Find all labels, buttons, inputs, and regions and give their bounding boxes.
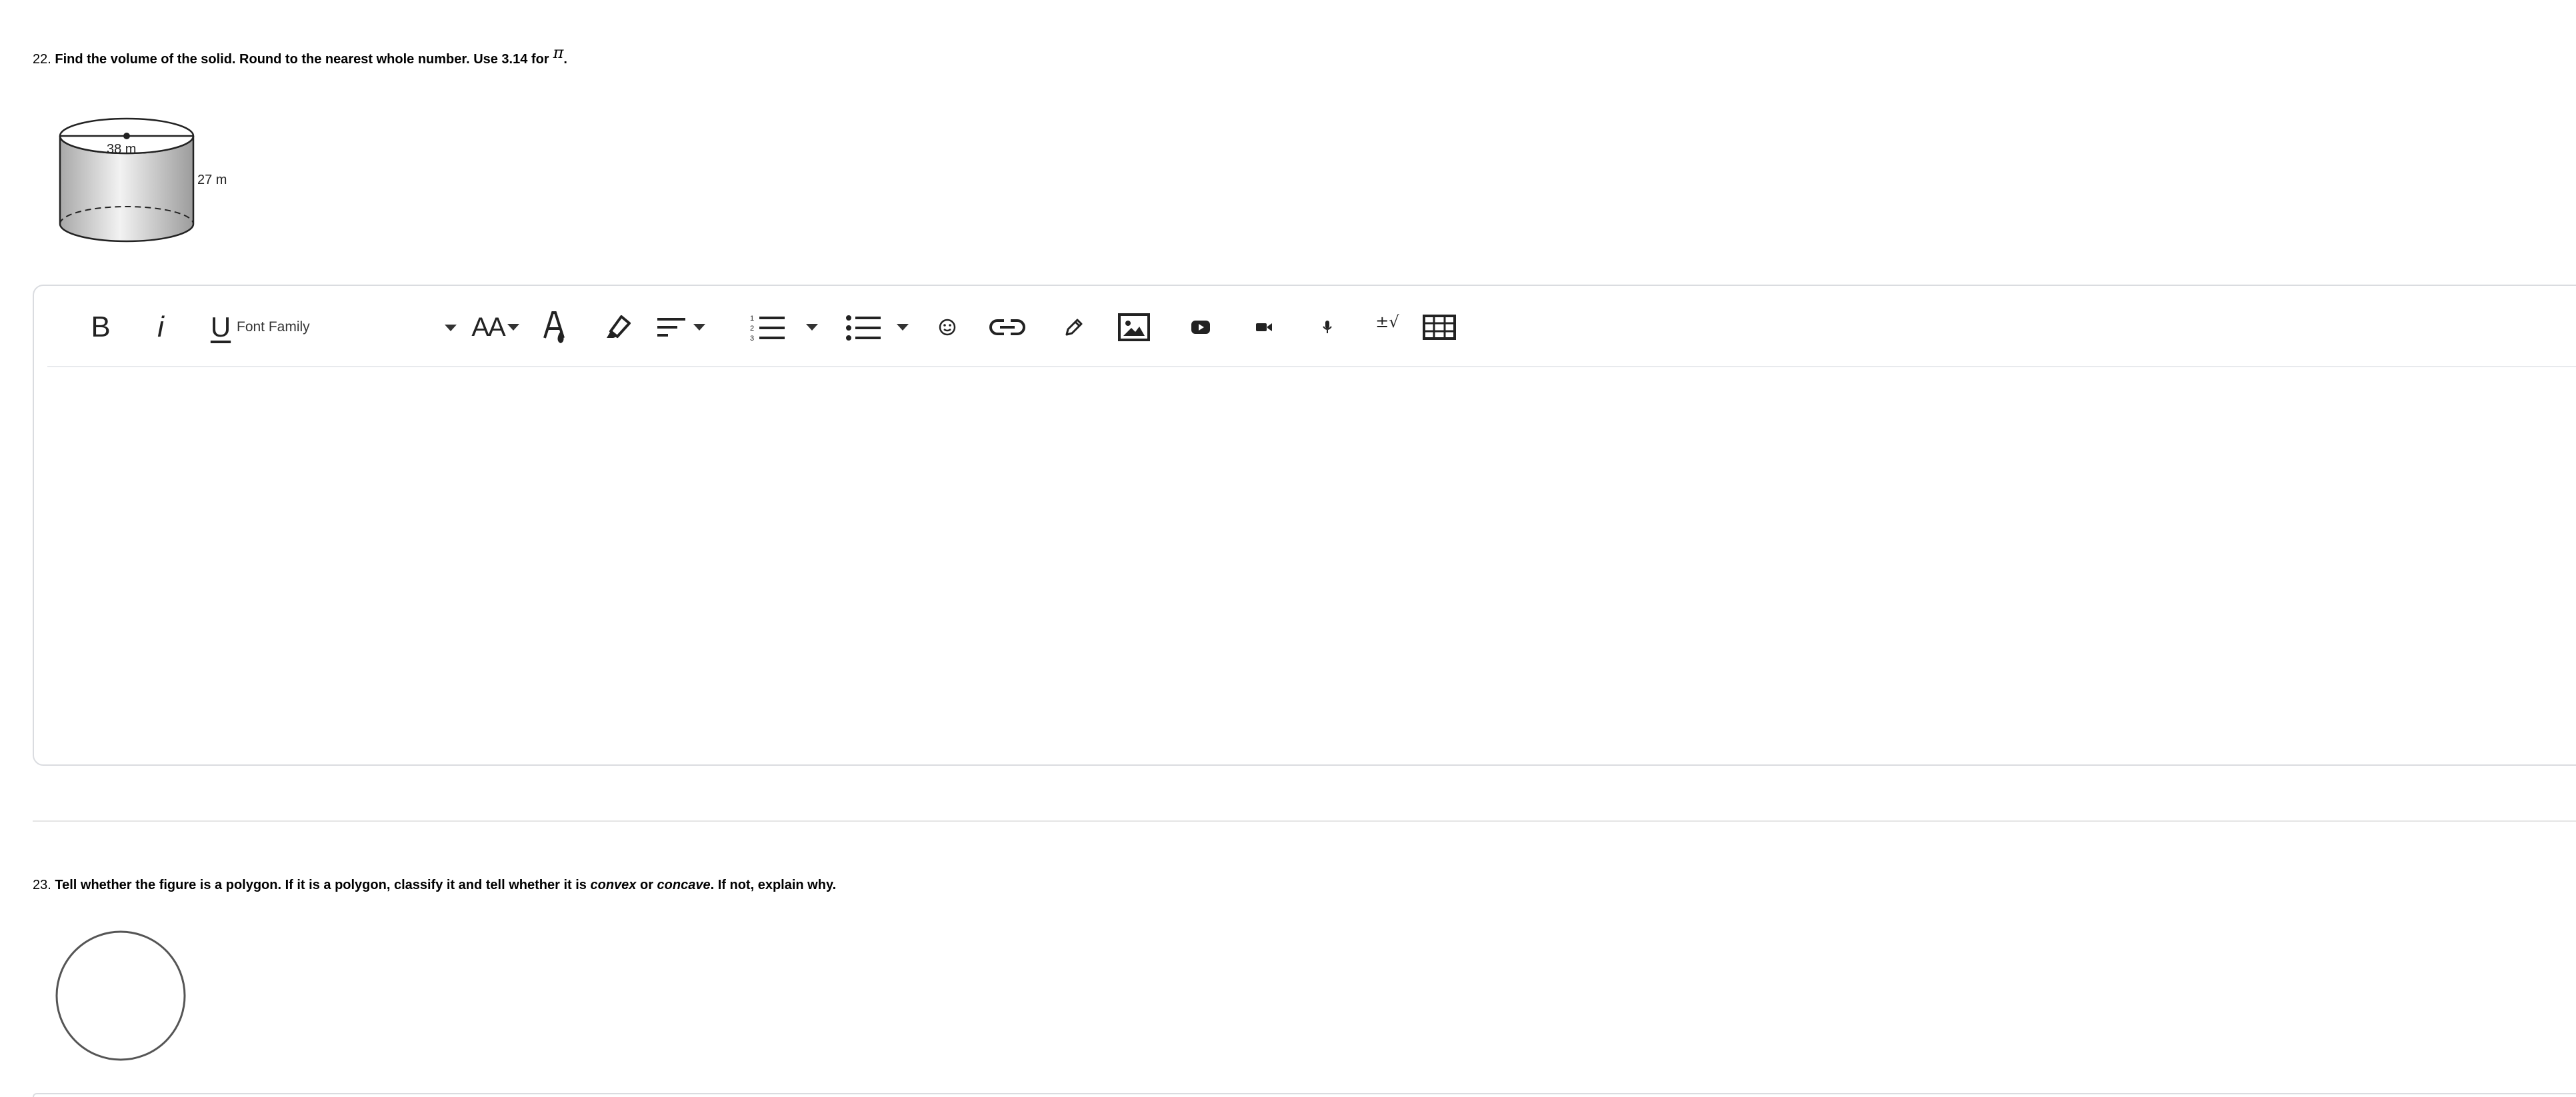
cylinder-figure: 38 m 27 m <box>53 107 253 253</box>
underline-button[interactable]: U <box>206 307 235 347</box>
link-icon <box>989 317 1025 337</box>
bulleted-list-button[interactable] <box>841 307 914 347</box>
math-button[interactable]: ±√ <box>1371 307 1404 347</box>
math-icon: ±√ <box>1375 313 1399 331</box>
question-23-prompt: 23. Tell whether the figure is a polygon… <box>33 877 836 893</box>
chevron-down-icon <box>897 324 909 331</box>
answer-editor: B i U Font Family AA 1 2 3 ±√ <box>33 285 2576 766</box>
svg-text:1: 1 <box>750 315 754 323</box>
question-text: Find the volume of the solid. Round to t… <box>55 52 549 67</box>
question-number: 22. <box>33 52 51 67</box>
chevron-down-icon <box>806 324 818 331</box>
video-button[interactable] <box>1251 307 1277 347</box>
bold-icon: B <box>91 311 111 343</box>
svg-text:3: 3 <box>750 335 754 342</box>
font-size-button[interactable]: AA <box>469 307 522 347</box>
chevron-down-icon <box>445 325 457 331</box>
emoji-icon <box>938 318 957 337</box>
link-button[interactable] <box>987 307 1027 347</box>
underline-icon: U <box>210 311 231 343</box>
question-end-punct: . <box>563 52 567 67</box>
microphone-icon <box>1321 319 1333 335</box>
italic-button[interactable]: i <box>147 307 174 347</box>
chevron-down-icon <box>693 324 705 331</box>
text-color-icon <box>539 309 569 346</box>
height-label: 27 m <box>197 173 227 187</box>
video-icon <box>1255 321 1273 333</box>
chevron-down-icon <box>507 324 519 331</box>
youtube-icon <box>1191 320 1211 335</box>
microphone-button[interactable] <box>1314 307 1341 347</box>
numbered-list-button[interactable]: 1 2 3 <box>744 307 824 347</box>
table-button[interactable] <box>1421 307 1458 347</box>
image-icon <box>1118 313 1150 341</box>
font-size-icon: AA <box>471 312 505 342</box>
bold-button[interactable]: B <box>87 307 114 347</box>
table-icon <box>1423 315 1456 340</box>
convex-term: convex <box>590 878 637 892</box>
svg-text:2: 2 <box>750 325 754 333</box>
image-button[interactable] <box>1116 307 1152 347</box>
editor-toolbar: B i U Font Family AA 1 2 3 ±√ <box>47 286 2576 367</box>
highlight-icon <box>601 311 633 343</box>
font-family-select[interactable]: Font Family <box>237 307 457 347</box>
question-text: Tell whether the figure is a polygon. If… <box>55 878 837 892</box>
pi-symbol: π <box>553 43 564 62</box>
question-number: 23. <box>33 878 51 892</box>
highlight-button[interactable] <box>601 307 634 347</box>
concave-term: concave <box>657 878 711 892</box>
draw-button[interactable] <box>1061 307 1087 347</box>
diameter-label: 38 m <box>107 142 136 157</box>
question-divider <box>33 820 2576 822</box>
draw-icon <box>1064 317 1084 337</box>
bulleted-list-icon <box>846 313 882 342</box>
circle-figure <box>53 928 188 1063</box>
answer-editor-23[interactable] <box>33 1093 2576 1097</box>
text-color-button[interactable] <box>537 307 571 347</box>
youtube-button[interactable] <box>1187 307 1214 347</box>
align-button[interactable] <box>654 307 707 347</box>
numbered-list-icon: 1 2 3 <box>750 313 786 342</box>
question-22-prompt: 22. Find the volume of the solid. Round … <box>33 45 567 67</box>
align-icon <box>656 314 687 341</box>
editor-body[interactable] <box>47 367 2576 751</box>
emoji-button[interactable] <box>934 307 961 347</box>
italic-icon: i <box>157 311 164 343</box>
font-family-label: Font Family <box>237 319 310 335</box>
